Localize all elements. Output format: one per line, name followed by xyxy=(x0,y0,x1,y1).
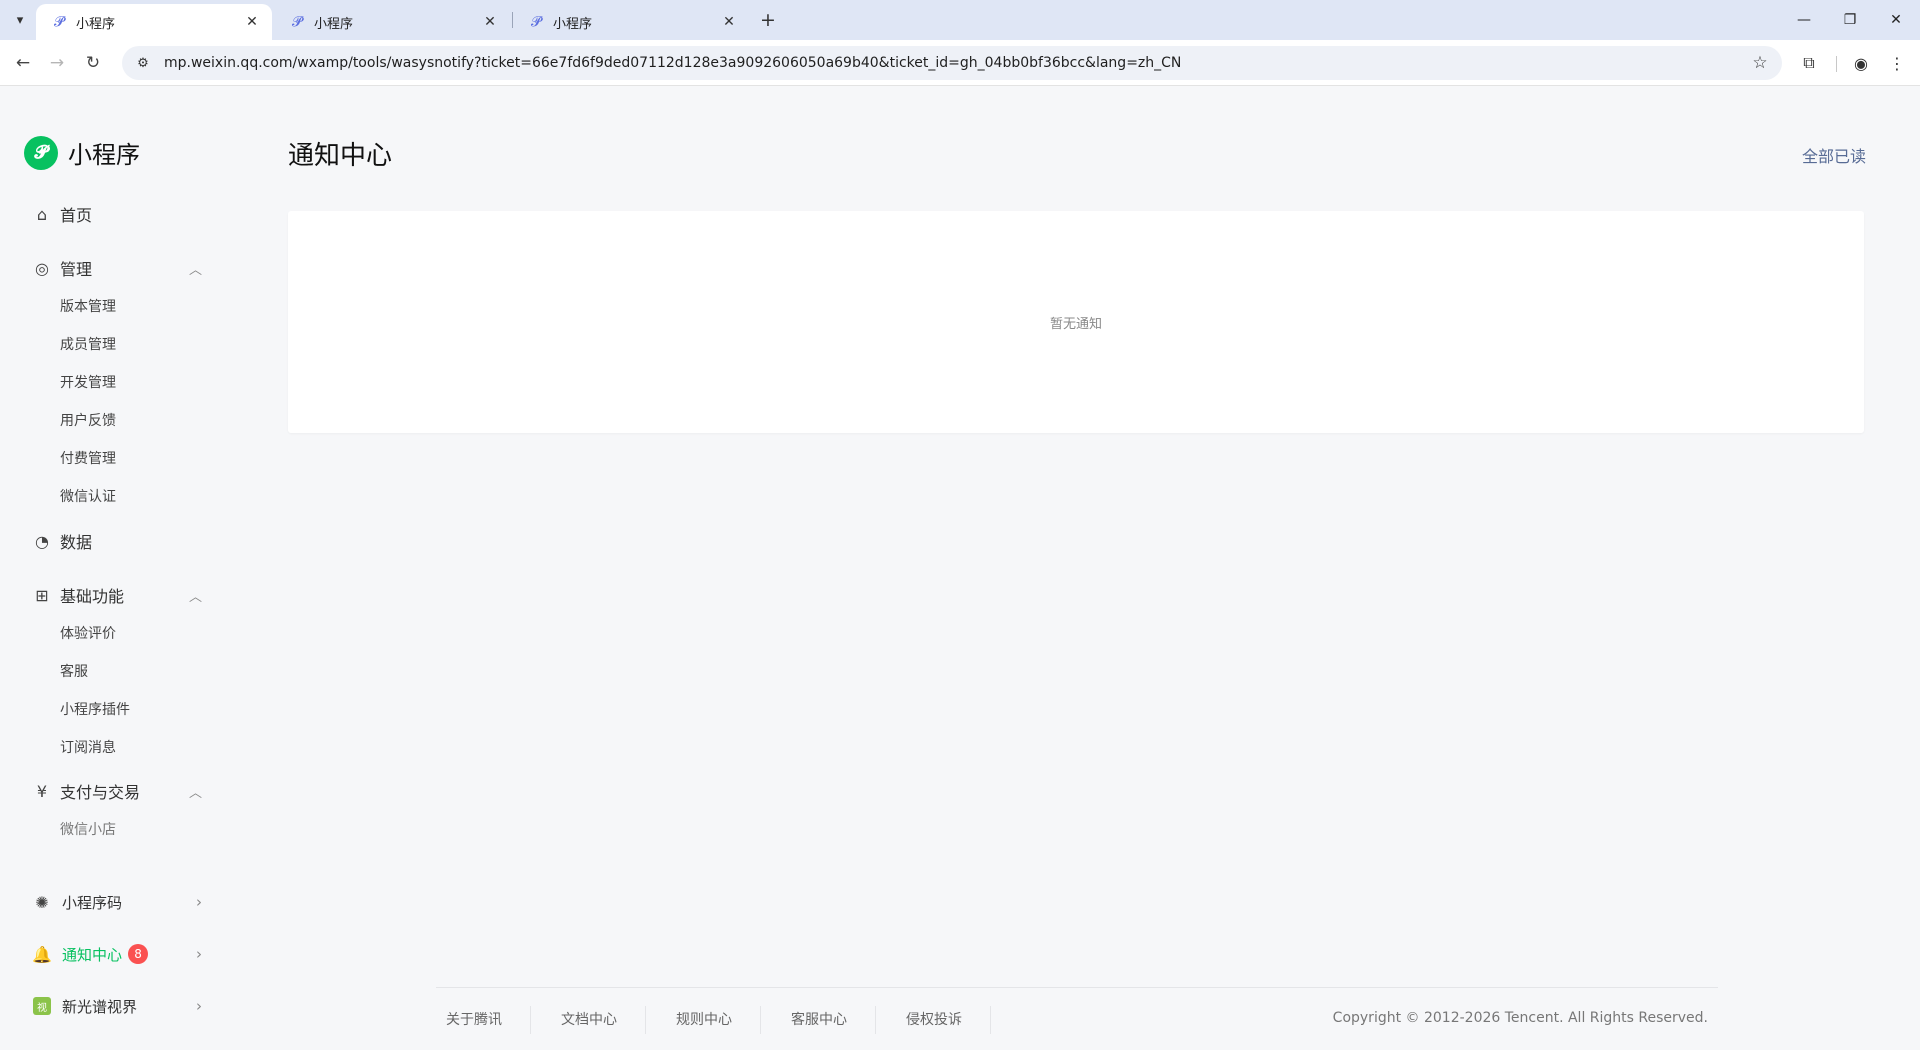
site-info-icon[interactable]: ⚙ xyxy=(128,48,158,78)
sidebar-item-label: 通知中心 xyxy=(62,945,123,964)
sidebar-item-home[interactable]: ⌂ 首页 xyxy=(32,199,202,229)
address-bar[interactable]: ⚙ mp.weixin.qq.com/wxamp/tools/wasysnoti… xyxy=(122,46,1782,80)
forward-button[interactable]: → xyxy=(44,50,70,76)
brand[interactable]: 𝓟 小程序 xyxy=(24,135,140,170)
profile-icon[interactable]: ◉ xyxy=(1848,50,1874,76)
account-avatar: 视 xyxy=(32,996,52,1016)
chevron-right-icon: › xyxy=(196,893,202,911)
browser-toolbar: ← → ↻ ⚙ mp.weixin.qq.com/wxamp/tools/was… xyxy=(0,40,1920,86)
tab-close-icon[interactable]: ✕ xyxy=(242,12,262,32)
footer-link-about[interactable]: 关于腾讯 xyxy=(436,1006,531,1034)
sidebar: 𝓟 小程序 ⌂ 首页 ◎ 管理 ︿ 版本管理 成员管理 开发管理 用户反馈 付费… xyxy=(0,87,230,1050)
toolbar-divider xyxy=(1836,56,1837,72)
miniprogram-favicon-icon: 𝓟 xyxy=(530,14,542,30)
qrcode-icon: ✺ xyxy=(35,892,49,912)
sidebar-subitem-plugins[interactable]: 小程序插件 xyxy=(60,699,130,721)
sidebar-subitem-customer-service[interactable]: 客服 xyxy=(60,661,88,683)
sidebar-item-notifications[interactable]: 🔔 通知中心 8 › xyxy=(32,939,202,969)
sidebar-item-label: 基础功能 xyxy=(60,587,125,606)
browser-tab-bar: ▾ 𝓟 小程序 ✕ 𝓟 小程序 ✕ 𝓟 小程序 ✕ + — ❐ ✕ xyxy=(0,0,1920,40)
footer-link-infringement[interactable]: 侵权投诉 xyxy=(896,1006,991,1034)
sidebar-subitem-development[interactable]: 开发管理 xyxy=(60,372,116,394)
sidebar-scroll-fade xyxy=(60,855,170,861)
sidebar-item-label: 支付与交易 xyxy=(60,783,141,802)
tab-search-icon[interactable]: ▾ xyxy=(8,9,32,31)
sidebar-item-label: 新光谱视界 xyxy=(62,997,138,1016)
tab-close-icon[interactable]: ✕ xyxy=(480,12,500,32)
sidebar-item-account[interactable]: 视 新光谱视界 › xyxy=(32,991,202,1021)
footer: 关于腾讯 文档中心 规则中心 客服中心 侵权投诉 Copyright © 201… xyxy=(436,987,1718,1050)
sidebar-subitem-feedback[interactable]: 用户反馈 xyxy=(60,410,116,432)
mark-all-read-link[interactable]: 全部已读 xyxy=(1802,143,1866,167)
yuan-icon: ¥ xyxy=(36,781,48,801)
notification-count-badge: 8 xyxy=(128,944,149,964)
footer-link-docs[interactable]: 文档中心 xyxy=(551,1006,646,1034)
back-button[interactable]: ← xyxy=(10,50,36,76)
account-thumb-icon: 视 xyxy=(33,997,51,1015)
bell-icon: 🔔 xyxy=(32,944,52,964)
browser-tab-1[interactable]: 𝓟 小程序 ✕ xyxy=(36,4,272,40)
chevron-up-icon: ︿ xyxy=(188,785,202,801)
tab-title: 小程序 xyxy=(76,16,116,32)
sidebar-subitem-experience-review[interactable]: 体验评价 xyxy=(60,623,116,645)
sidebar-item-label: 小程序码 xyxy=(62,893,123,912)
sidebar-item-qrcode[interactable]: ✺ 小程序码 › xyxy=(32,887,202,917)
brand-name: 小程序 xyxy=(68,141,140,169)
manage-icon: ◎ xyxy=(35,258,49,278)
sidebar-subitem-members[interactable]: 成员管理 xyxy=(60,334,116,356)
footer-link-rules[interactable]: 规则中心 xyxy=(666,1006,761,1034)
sidebar-item-label: 管理 xyxy=(60,260,93,279)
browser-tab-3[interactable]: 𝓟 小程序 ✕ xyxy=(513,4,749,40)
chevron-right-icon: › xyxy=(196,945,202,963)
miniprogram-favicon-icon: 𝓟 xyxy=(291,14,303,30)
tab-title: 小程序 xyxy=(314,16,354,32)
pie-chart-icon: ◔ xyxy=(35,531,49,551)
sidebar-item-data[interactable]: ◔ 数据 xyxy=(32,526,202,556)
notification-list-card: 暂无通知 xyxy=(288,211,1864,433)
tab-close-icon[interactable]: ✕ xyxy=(719,12,739,32)
page-content: 𝓟 小程序 ⌂ 首页 ◎ 管理 ︿ 版本管理 成员管理 开发管理 用户反馈 付费… xyxy=(0,87,1920,1050)
miniprogram-favicon-icon: 𝓟 xyxy=(53,14,65,30)
sidebar-subitem-subscribe-messages[interactable]: 订阅消息 xyxy=(60,737,116,759)
minimize-button[interactable]: — xyxy=(1784,8,1824,32)
extensions-icon[interactable]: ⧉ xyxy=(1796,50,1822,76)
footer-links: 关于腾讯 文档中心 规则中心 客服中心 侵权投诉 xyxy=(436,1006,1011,1034)
sidebar-subitem-wechat-store[interactable]: 微信小店 xyxy=(60,819,116,841)
sidebar-subitem-certification[interactable]: 微信认证 xyxy=(60,486,116,508)
new-tab-button[interactable]: + xyxy=(756,9,780,31)
chevron-up-icon: ︿ xyxy=(188,589,202,605)
chevron-right-icon: › xyxy=(196,997,202,1015)
copyright-text: Copyright © 2012-2026 Tencent. All Right… xyxy=(1332,1010,1708,1026)
sidebar-item-label: 首页 xyxy=(60,206,93,225)
empty-state-text: 暂无通知 xyxy=(1049,317,1102,332)
page-title: 通知中心 xyxy=(288,141,393,171)
sidebar-item-label: 数据 xyxy=(60,533,93,552)
sidebar-item-payment-trade[interactable]: ¥ 支付与交易 ︿ xyxy=(32,776,202,806)
restore-button[interactable]: ❐ xyxy=(1830,8,1870,32)
window-close-button[interactable]: ✕ xyxy=(1876,8,1916,32)
sidebar-item-manage[interactable]: ◎ 管理 ︿ xyxy=(32,253,202,283)
miniprogram-logo-icon: 𝓟 xyxy=(24,135,58,170)
url-text[interactable]: mp.weixin.qq.com/wxamp/tools/wasysnotify… xyxy=(164,55,1181,71)
home-icon: ⌂ xyxy=(36,204,48,224)
sidebar-subitem-payment[interactable]: 付费管理 xyxy=(60,448,116,470)
tab-title: 小程序 xyxy=(553,16,593,32)
chevron-up-icon: ︿ xyxy=(188,262,202,278)
browser-tab-2[interactable]: 𝓟 小程序 ✕ xyxy=(274,4,510,40)
footer-link-support[interactable]: 客服中心 xyxy=(781,1006,876,1034)
browser-menu-icon[interactable]: ⋮ xyxy=(1884,50,1910,76)
sidebar-subitem-version[interactable]: 版本管理 xyxy=(60,296,116,318)
grid-icon: ⊞ xyxy=(35,585,49,605)
sidebar-item-basic-features[interactable]: ⊞ 基础功能 ︿ xyxy=(32,580,202,610)
reload-button[interactable]: ↻ xyxy=(80,50,106,76)
bookmark-star-icon[interactable]: ☆ xyxy=(1748,51,1772,75)
